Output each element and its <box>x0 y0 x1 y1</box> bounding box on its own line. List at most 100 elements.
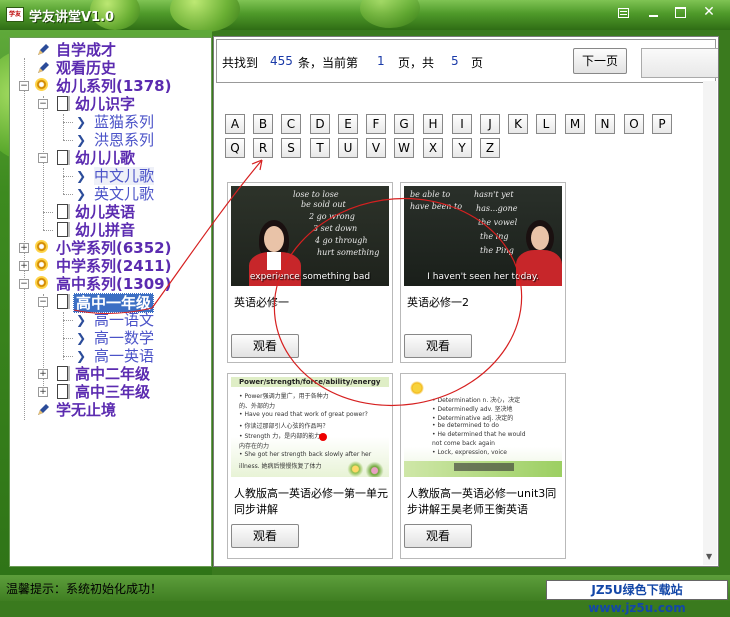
tree-item-songs[interactable]: − 幼儿儿歌 <box>10 149 210 167</box>
tree-item-label: 观看历史 <box>56 59 117 77</box>
collapse-icon[interactable]: − <box>38 99 48 109</box>
total-pages: 5 <box>451 54 459 68</box>
letter-button-b[interactable]: B <box>253 114 273 134</box>
tree-item-self-study[interactable]: 自学成才 <box>10 41 210 59</box>
close-icon[interactable]: ✕ <box>698 4 720 20</box>
tree-item-grade10-math[interactable]: ❯ 高一数学 <box>10 329 210 347</box>
card-title: 人教版高一英语必修一unit3同步讲解王昊老师王衡英语 <box>407 487 557 516</box>
collapse-icon[interactable]: − <box>38 297 48 307</box>
tree-item-endless[interactable]: 学无止境 <box>10 401 210 419</box>
tree-item-history[interactable]: 观看历史 <box>10 59 210 77</box>
category-tree[interactable]: 自学成才 观看历史 − 幼儿系列(1378) − 幼儿识字 ❯ 蓝猫系列 ❯ 洪… <box>9 37 212 567</box>
pencil-icon <box>38 62 49 73</box>
current-page: 1 <box>377 54 385 68</box>
letter-button-o[interactable]: O <box>624 114 644 134</box>
tree-item-chinese-songs[interactable]: ❯ 中文儿歌 <box>10 167 210 185</box>
minimize-icon[interactable] <box>642 4 664 20</box>
tree-item-english[interactable]: 幼儿英语 <box>10 203 210 221</box>
next-page-button[interactable]: 下一页 <box>573 48 627 74</box>
tree-item-preschool[interactable]: − 幼儿系列(1378) <box>10 77 210 95</box>
letter-button-p[interactable]: P <box>652 114 672 134</box>
letter-button-n[interactable]: N <box>595 114 615 134</box>
tree-item-grade11[interactable]: + 高中二年级 <box>10 365 210 383</box>
status-text: 温馨提示：系统初始化成功！ <box>6 582 163 596</box>
letter-button-q[interactable]: Q <box>225 138 245 158</box>
background-orb <box>360 0 420 28</box>
collapse-icon[interactable]: − <box>19 81 29 91</box>
content-panel: 共找到 455 条，当前第 1 页，共 5 页 下一页 ABCDEFGHIJKL… <box>213 36 719 567</box>
title-bar: 学友 学友讲堂V1.0 ✕ <box>0 0 730 32</box>
vertical-scrollbar[interactable]: ▼ <box>703 81 717 565</box>
video-card[interactable]: be able to have been to hasn't yet has..… <box>400 182 566 363</box>
maximize-icon[interactable] <box>669 4 691 20</box>
tree-item-label: 中文儿歌 <box>94 167 155 185</box>
letter-button-c[interactable]: C <box>281 114 301 134</box>
video-card[interactable]: Power/strength/force/ability/energy • Po… <box>227 373 393 559</box>
watch-button[interactable]: 观看 <box>404 334 472 358</box>
tree-item-lanmao[interactable]: ❯ 蓝猫系列 <box>10 113 210 131</box>
tree-item-pinyin[interactable]: 幼儿拼音 <box>10 221 210 239</box>
status-bar: 温馨提示：系统初始化成功！ JZ5U绿色下载站www.jz5u.com <box>0 575 730 615</box>
tree-item-primary[interactable]: + 小学系列(6352) <box>10 239 210 257</box>
tree-item-label: 幼儿系列(1378) <box>56 77 172 95</box>
tree-item-grade10-chinese[interactable]: ❯ 高一语文 <box>10 311 210 329</box>
card-title: 人教版高一英语必修一第一单元同步讲解 <box>234 487 388 516</box>
tree-item-middle[interactable]: + 中学系列(2411) <box>10 257 210 275</box>
letter-button-t[interactable]: T <box>310 138 330 158</box>
scroll-down-icon[interactable]: ▼ <box>706 552 712 561</box>
letter-button-s[interactable]: S <box>281 138 301 158</box>
expand-icon[interactable]: + <box>19 243 29 253</box>
pencil-icon <box>38 44 49 55</box>
letter-button-l[interactable]: L <box>536 114 556 134</box>
tree-item-high[interactable]: − 高中系列(1309) <box>10 275 210 293</box>
tree-item-label: 高中三年级 <box>75 383 151 401</box>
letter-button-k[interactable]: K <box>508 114 528 134</box>
expand-icon[interactable]: + <box>38 387 48 397</box>
tree-item-grade12[interactable]: + 高中三年级 <box>10 383 210 401</box>
book-icon <box>57 204 68 219</box>
tree-item-grade10-english[interactable]: ❯ 高一英语 <box>10 347 210 365</box>
letter-button-m[interactable]: M <box>565 114 585 134</box>
letter-button-e[interactable]: E <box>338 114 358 134</box>
letter-button-z[interactable]: Z <box>480 138 500 158</box>
letter-button-f[interactable]: F <box>366 114 386 134</box>
expand-icon[interactable]: + <box>19 261 29 271</box>
tree-item-hongen[interactable]: ❯ 洪恩系列 <box>10 131 210 149</box>
book-icon <box>57 366 68 381</box>
letter-button-u[interactable]: U <box>338 138 358 158</box>
video-card[interactable]: lose to lose be sold out 2 go wrong 3 se… <box>227 182 393 363</box>
letter-button-h[interactable]: H <box>423 114 443 134</box>
video-thumbnail[interactable]: lose to lose be sold out 2 go wrong 3 se… <box>231 186 389 286</box>
letter-button-d[interactable]: D <box>310 114 330 134</box>
video-thumbnail[interactable]: be able to have been to hasn't yet has..… <box>404 186 562 286</box>
letter-button-w[interactable]: W <box>394 138 414 158</box>
chevron-icon: ❯ <box>76 115 87 129</box>
watch-button[interactable]: 观看 <box>404 524 472 548</box>
menu-icon[interactable] <box>612 4 634 20</box>
letter-button-v[interactable]: V <box>366 138 386 158</box>
letter-button-g[interactable]: G <box>394 114 414 134</box>
tree-item-literacy[interactable]: − 幼儿识字 <box>10 95 210 113</box>
watch-button[interactable]: 观看 <box>231 334 299 358</box>
video-card[interactable]: • Determination n. 决心，决定 • Determinedly … <box>400 373 566 559</box>
letter-button-x[interactable]: X <box>423 138 443 158</box>
collapse-icon[interactable]: − <box>19 279 29 289</box>
tree-item-english-songs[interactable]: ❯ 英文儿歌 <box>10 185 210 203</box>
video-thumbnail[interactable]: Power/strength/force/ability/energy • Po… <box>231 377 389 477</box>
tree-item-grade10[interactable]: − 高中一年级 <box>10 293 210 313</box>
collapse-icon[interactable]: − <box>38 153 48 163</box>
book-icon <box>57 294 68 309</box>
search-box[interactable] <box>641 48 718 78</box>
tree-item-label: 幼儿识字 <box>75 95 136 113</box>
tree-item-label: 幼儿拼音 <box>75 221 136 239</box>
letter-button-y[interactable]: Y <box>452 138 472 158</box>
letter-button-j[interactable]: J <box>480 114 500 134</box>
pages-label: 页，共 <box>398 56 435 70</box>
letter-button-i[interactable]: I <box>452 114 472 134</box>
disc-icon <box>35 258 48 271</box>
letter-button-r[interactable]: R <box>253 138 273 158</box>
watch-button[interactable]: 观看 <box>231 524 299 548</box>
expand-icon[interactable]: + <box>38 369 48 379</box>
video-thumbnail[interactable]: • Determination n. 决心，决定 • Determinedly … <box>404 377 562 477</box>
letter-button-a[interactable]: A <box>225 114 245 134</box>
